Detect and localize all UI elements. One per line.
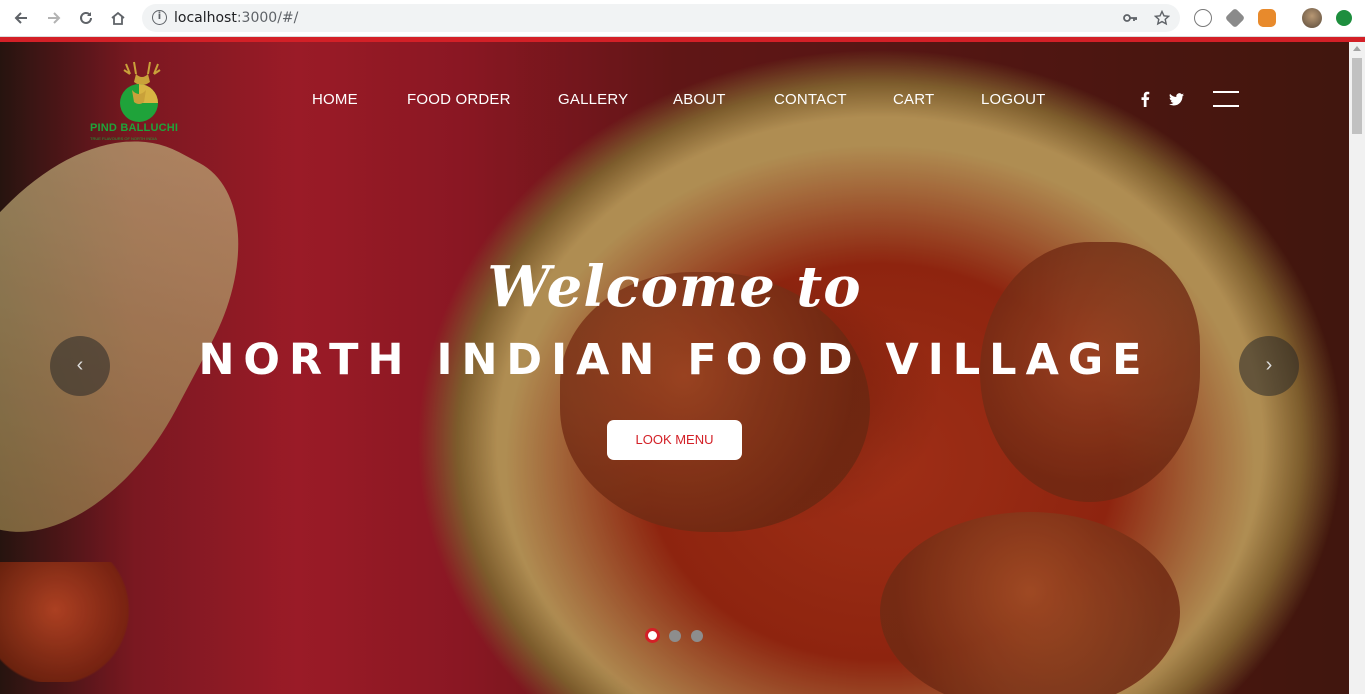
deer-logo-icon <box>120 61 161 122</box>
nav-logout[interactable]: LOGOUT <box>981 91 1046 109</box>
star-icon[interactable] <box>1153 9 1171 26</box>
info-icon[interactable]: i <box>152 10 167 25</box>
hamburger-menu-icon[interactable] <box>1213 91 1239 107</box>
key-icon[interactable] <box>1122 10 1138 26</box>
home-icon[interactable] <box>107 7 129 29</box>
address-bar[interactable]: i localhost:3000/#/ <box>142 4 1180 32</box>
hero-welcome-text: Welcome to <box>487 254 862 320</box>
site-logo[interactable]: PIND BALLUCHI TRUE FLAVOURS OF NORTH IND… <box>88 60 198 144</box>
carousel-prev-button[interactable]: ‹ <box>50 336 110 396</box>
nav-gallery[interactable]: GALLERY <box>558 91 628 109</box>
url-text: localhost:3000/#/ <box>174 10 299 26</box>
nav-cart[interactable]: CART <box>893 91 934 109</box>
cube-icon[interactable] <box>1224 7 1246 29</box>
carousel-dot-2[interactable] <box>669 630 681 642</box>
extension-update-icon[interactable] <box>1336 10 1352 26</box>
page-viewport: PIND BALLUCHI TRUE FLAVOURS OF NORTH IND… <box>0 42 1349 694</box>
hero-title: NORTH INDIAN FOOD VILLAGE <box>198 335 1151 385</box>
nav-about[interactable]: ABOUT <box>673 91 726 109</box>
skype-icon[interactable] <box>1194 9 1212 27</box>
nav-home[interactable]: HOME <box>312 91 358 109</box>
reload-icon[interactable] <box>75 7 97 29</box>
twitter-icon[interactable] <box>1169 93 1184 109</box>
scroll-thumb[interactable] <box>1352 58 1362 134</box>
profile-avatar-icon[interactable] <box>1302 8 1322 28</box>
forward-arrow-icon[interactable] <box>43 7 65 29</box>
page-scrollbar[interactable] <box>1349 42 1365 694</box>
scroll-up-arrow-icon[interactable] <box>1353 46 1361 51</box>
carousel-dot-3[interactable] <box>691 630 703 642</box>
carousel-next-button[interactable]: › <box>1239 336 1299 396</box>
browser-toolbar: i localhost:3000/#/ <box>0 0 1365 37</box>
back-arrow-icon[interactable] <box>10 7 32 29</box>
nav-food-order[interactable]: FOOD ORDER <box>407 91 511 109</box>
metamask-icon[interactable] <box>1258 9 1276 27</box>
logo-text: PIND BALLUCHI <box>90 122 179 134</box>
look-menu-button[interactable]: LOOK MENU <box>607 420 742 460</box>
facebook-icon[interactable] <box>1140 91 1150 110</box>
carousel-dot-1[interactable] <box>645 628 660 643</box>
nav-contact[interactable]: CONTACT <box>774 91 847 109</box>
logo-tagline: TRUE FLAVOURS OF NORTH INDIA <box>90 136 157 141</box>
